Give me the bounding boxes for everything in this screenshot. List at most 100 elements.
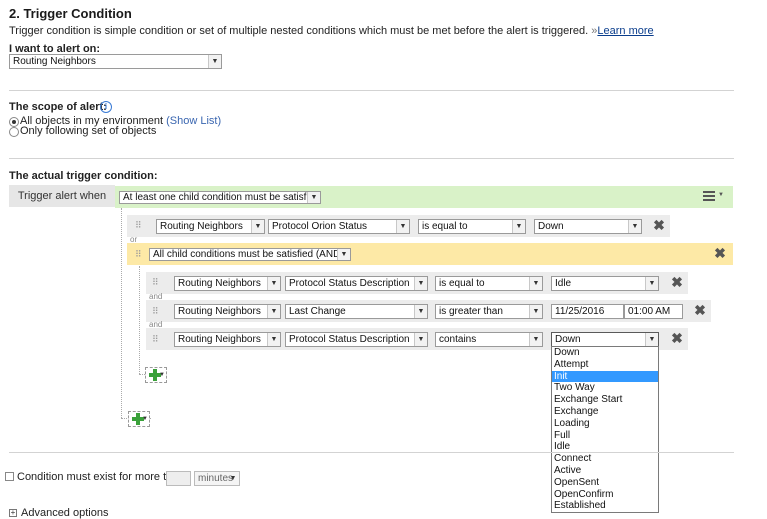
row3-object-value: Routing Neighbors (178, 306, 261, 317)
row3-date-value: 11/25/2016 (555, 306, 605, 317)
row4-object-select[interactable]: Routing Neighbors ▼ (174, 332, 281, 347)
scope-all-radio[interactable] (9, 117, 19, 127)
row2-field-value: Protocol Status Description (289, 278, 410, 289)
dropdown-option[interactable]: Init (552, 370, 658, 383)
row4-value-select[interactable]: Down ▼ (551, 332, 659, 347)
value-dropdown-list[interactable]: Down Attempt Init Two Way Exchange Start Exch… (551, 346, 659, 513)
row2-value-select[interactable]: Idle ▼ (551, 276, 659, 291)
row1-operator-select[interactable]: is equal to ▼ (418, 219, 526, 234)
chevron-down-icon: ▼ (229, 475, 237, 482)
drag-handle-icon[interactable]: ⠿ (152, 277, 160, 287)
row4-field-value: Protocol Status Description (289, 334, 410, 345)
add-condition-button[interactable]: ▼ (145, 367, 167, 383)
chevron-down-icon: ▼ (414, 277, 427, 290)
row1-value: Down (538, 221, 564, 232)
chevron-down-icon: ▼ (645, 333, 658, 346)
row2-field-select[interactable]: Protocol Status Description ▼ (285, 276, 428, 291)
chevron-down-icon: ▼ (628, 220, 641, 233)
trigger-alert-when-label: Trigger alert when (9, 185, 115, 207)
remove-condition-icon[interactable]: ✖ (671, 331, 683, 345)
dropdown-option[interactable]: OpenConfirm (552, 489, 658, 501)
condition-exist-input[interactable] (166, 471, 191, 486)
trigger-condition-label: The actual trigger condition: (9, 170, 158, 182)
condition-exist-checkbox[interactable] (5, 472, 14, 481)
dropdown-option[interactable]: Two Way (552, 382, 658, 394)
section-description: Trigger condition is simple condition or… (9, 25, 654, 37)
row4-operator-select[interactable]: contains ▼ (435, 332, 543, 347)
or-operator-select[interactable]: At least one child condition must be sat… (119, 191, 321, 204)
and-operator-value: All child conditions must be satisfied (… (153, 249, 344, 260)
dropdown-option[interactable]: Connect (552, 453, 658, 465)
row3-operator-select[interactable]: is greater than ▼ (435, 304, 543, 319)
add-condition-button[interactable]: ▼ (128, 411, 150, 427)
dropdown-option[interactable]: Established (552, 500, 658, 512)
row1-object-select[interactable]: Routing Neighbors ▼ (156, 219, 265, 234)
minutes-select[interactable]: minutes ▼ (194, 471, 240, 486)
row4-value: Down (555, 334, 581, 345)
menu-icon[interactable]: ▼ (703, 190, 727, 202)
chevron-down-icon: ▼ (267, 305, 280, 318)
dropdown-option[interactable]: Down (552, 347, 658, 359)
row1-field-select[interactable]: Protocol Orion Status ▼ (268, 219, 410, 234)
row2-object-value: Routing Neighbors (178, 278, 261, 289)
row3-operator-value: is greater than (439, 306, 503, 317)
info-icon[interactable]: i (100, 101, 112, 113)
remove-condition-icon[interactable]: ✖ (694, 303, 706, 317)
row4-operator-value: contains (439, 334, 477, 345)
condition-exist-label: Condition must exist for more than (17, 471, 185, 483)
row2-operator-value: is equal to (439, 278, 485, 289)
row4-object-value: Routing Neighbors (178, 334, 261, 345)
description-text: Trigger condition is simple condition or… (9, 25, 589, 37)
and-operator-select[interactable]: All child conditions must be satisfied (… (149, 248, 351, 261)
chevron-down-icon: ▼ (307, 192, 320, 203)
remove-group-icon[interactable]: ✖ (714, 246, 726, 260)
expand-plus-icon[interactable]: + (9, 509, 17, 517)
chevron-down-icon: ▼ (512, 220, 525, 233)
show-list-link[interactable]: (Show List) (166, 115, 221, 127)
row3-time-value: 01:00 AM (628, 306, 671, 317)
chevron-down-icon: ▼ (267, 333, 280, 346)
advanced-options-link[interactable]: Advanced options (21, 507, 108, 519)
chevron-down-icon: ▼ (529, 333, 542, 346)
chevron-down-icon: ▼ (414, 305, 427, 318)
chevron-down-icon: ▼ (142, 416, 148, 422)
dropdown-option[interactable]: Exchange Start (552, 394, 658, 406)
row1-value-select[interactable]: Down ▼ (534, 219, 642, 234)
row3-field-select[interactable]: Last Change ▼ (285, 304, 428, 319)
dropdown-option[interactable]: Full (552, 430, 658, 442)
row2-object-select[interactable]: Routing Neighbors ▼ (174, 276, 281, 291)
remove-condition-icon[interactable]: ✖ (653, 218, 665, 232)
divider (9, 158, 734, 159)
row3-object-select[interactable]: Routing Neighbors ▼ (174, 304, 281, 319)
alert-on-select[interactable]: Routing Neighbors ▼ (9, 54, 222, 69)
drag-handle-icon[interactable]: ⠿ (152, 306, 160, 316)
chevron-down-icon: ▼ (414, 333, 427, 346)
or-operator-value: At least one child condition must be sat… (123, 192, 320, 203)
row3-date-input[interactable]: 11/25/2016 (551, 304, 624, 319)
section-title: 2. Trigger Condition (9, 6, 132, 21)
chevron-down-icon: ▼ (267, 277, 280, 290)
drag-handle-icon[interactable]: ⠿ (152, 334, 160, 344)
scope-only-label: Only following set of objects (20, 125, 157, 137)
dropdown-option[interactable]: Active (552, 465, 658, 477)
chevron-down-icon: ▼ (337, 249, 350, 260)
drag-handle-icon[interactable]: ⠿ (135, 249, 143, 259)
alert-on-value: Routing Neighbors (13, 56, 96, 67)
chevron-down-icon: ▼ (251, 220, 264, 233)
remove-condition-icon[interactable]: ✖ (671, 275, 683, 289)
dropdown-option[interactable]: Exchange (552, 406, 658, 418)
learn-more-link[interactable]: Learn more (597, 25, 653, 37)
row2-operator-select[interactable]: is equal to ▼ (435, 276, 543, 291)
row1-operator-value: is equal to (422, 221, 468, 232)
divider (9, 90, 734, 91)
tree-line (139, 266, 140, 374)
dropdown-option[interactable]: Attempt (552, 359, 658, 371)
dropdown-option[interactable]: Loading (552, 418, 658, 430)
tree-line (121, 208, 122, 418)
scope-only-radio[interactable] (9, 127, 19, 137)
dropdown-option[interactable]: OpenSent (552, 477, 658, 489)
row3-time-input[interactable]: 01:00 AM (624, 304, 683, 319)
row4-field-select[interactable]: Protocol Status Description ▼ (285, 332, 428, 347)
drag-handle-icon[interactable]: ⠿ (135, 220, 143, 230)
chevron-down-icon: ▼ (396, 220, 409, 233)
